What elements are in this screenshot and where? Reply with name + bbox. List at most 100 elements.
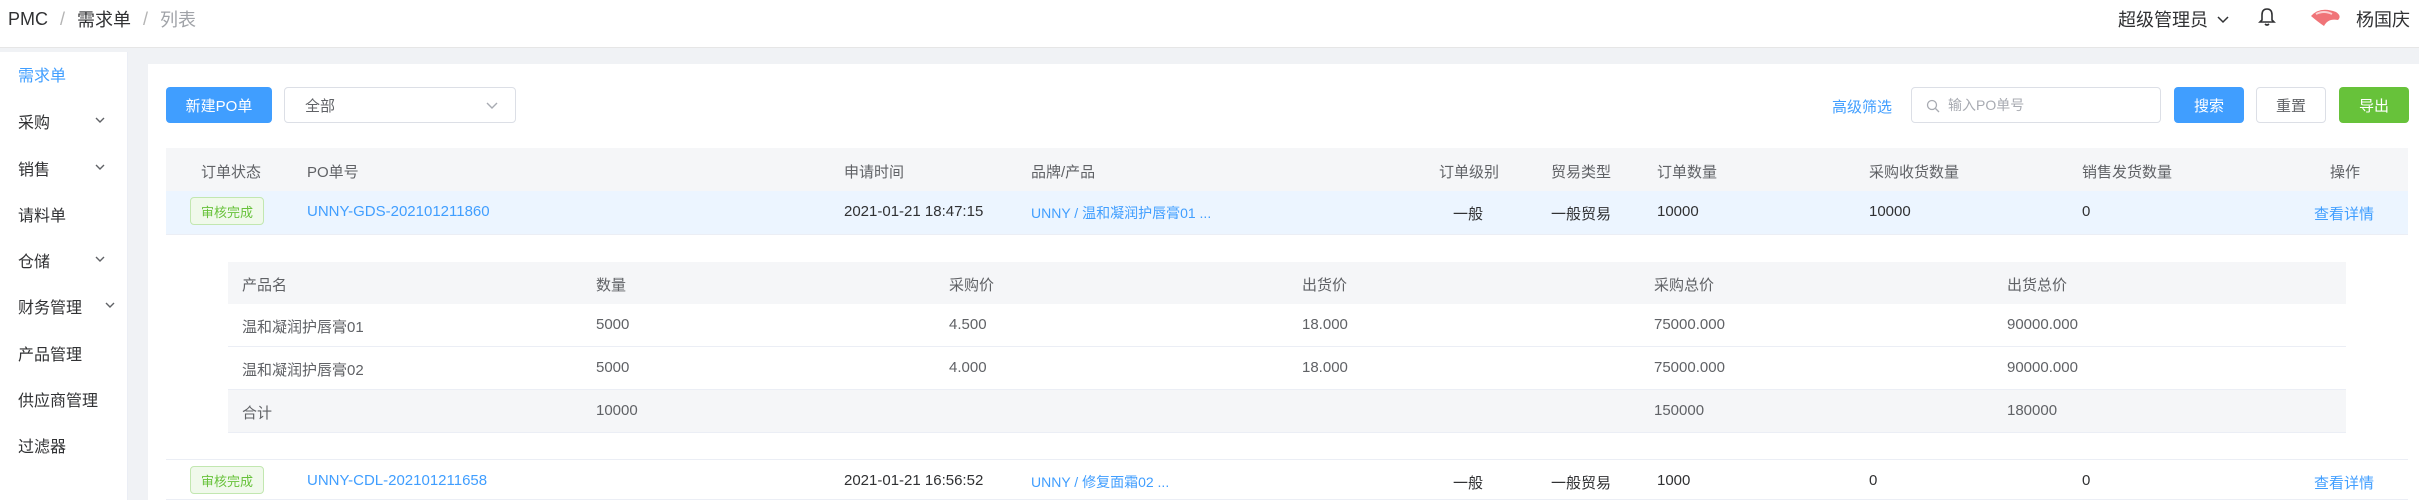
search-button[interactable]: 搜索 <box>2174 87 2244 123</box>
column-header: 申请时间 <box>844 164 905 181</box>
bell-icon[interactable] <box>2256 6 2278 28</box>
order-quantity: 1000 <box>1657 472 1691 489</box>
purchase-total: 75000.000 <box>1654 316 1725 333</box>
view-details-link[interactable]: 查看详情 <box>2314 203 2374 224</box>
received-quantity: 10000 <box>1869 203 1911 220</box>
order-detail-table: 产品名 数量 采购价 出货价 采购总价 出货总价 温和凝润护唇膏01 5000 … <box>228 262 2346 433</box>
po-number-link[interactable]: UNNY-CDL-202101211658 <box>307 472 487 489</box>
product-name: 温和凝润护唇膏02 <box>242 362 364 379</box>
sidebar-item-suppliers[interactable]: 供应商管理 <box>0 379 128 419</box>
sidebar-item-filter[interactable]: 过滤器 <box>0 425 128 465</box>
purchase-price: 4.000 <box>949 359 987 376</box>
chevron-down-icon <box>486 102 498 109</box>
username[interactable]: 杨国庆 <box>2356 6 2410 32</box>
avatar[interactable] <box>2308 4 2344 32</box>
column-header: 操作 <box>2330 164 2361 181</box>
table-row[interactable]: 审核完成 UNNY-GDS-202101211860 2021-01-21 18… <box>166 191 2408 235</box>
sidebar-item-demand[interactable]: 需求单 <box>0 54 128 94</box>
po-number-link[interactable]: UNNY-GDS-202101211860 <box>307 203 490 220</box>
sidebar-item-label: 仓储 <box>18 254 51 271</box>
sale-price: 18.000 <box>1302 359 1348 376</box>
status-filter-value: 全部 <box>305 97 336 115</box>
export-button[interactable]: 导出 <box>2339 87 2409 123</box>
sidebar-item-label: 财务管理 <box>18 300 83 317</box>
detail-column-header: 采购总价 <box>1654 277 1715 294</box>
role-label: 超级管理员 <box>2118 10 2208 30</box>
column-header: 订单状态 <box>201 164 262 181</box>
column-header: 品牌/产品 <box>1031 164 1096 181</box>
detail-column-header: 出货总价 <box>2007 277 2068 294</box>
column-header: 订单级别 <box>1439 164 1500 181</box>
sidebar-item-label: 供应商管理 <box>18 393 99 410</box>
breadcrumb-separator: / <box>60 8 66 29</box>
breadcrumb-parent[interactable]: 需求单 <box>77 6 131 32</box>
detail-row: 温和凝润护唇膏02 5000 4.000 18.000 75000.000 90… <box>228 347 2346 390</box>
column-header: 销售发货数量 <box>2082 164 2173 181</box>
received-quantity: 0 <box>1869 472 1878 489</box>
sidebar-item-warehouse[interactable]: 仓储 <box>0 240 128 280</box>
search-placeholder: 输入PO单号 <box>1948 97 2025 113</box>
status-badge: 审核完成 <box>190 197 265 225</box>
column-header: 订单数量 <box>1657 164 1718 181</box>
chevron-down-icon <box>105 302 115 308</box>
sidebar-item-label: 产品管理 <box>18 347 83 364</box>
total-label: 合计 <box>242 405 273 422</box>
chevron-down-icon <box>95 117 105 123</box>
advanced-filter-link[interactable]: 高级筛选 <box>1832 96 1892 117</box>
detail-row: 温和凝润护唇膏01 5000 4.500 18.000 75000.000 90… <box>228 304 2346 347</box>
chevron-down-icon <box>95 256 105 262</box>
sidebar-item-label: 过滤器 <box>18 439 67 456</box>
sidebar: 需求单 采购 销售 请料单 仓储 财务管理 产品管理 供应商管理 过滤器 <box>0 52 128 500</box>
sidebar-item-finance[interactable]: 财务管理 <box>0 286 128 326</box>
sidebar-item-sales[interactable]: 销售 <box>0 148 128 188</box>
detail-header: 产品名 数量 采购价 出货价 采购总价 出货总价 <box>228 262 2346 304</box>
table-header: 订单状态 PO单号 申请时间 品牌/产品 订单级别 贸易类型 订单数量 采购收货… <box>166 148 2408 192</box>
sidebar-item-label: 销售 <box>18 162 51 179</box>
detail-column-header: 产品名 <box>242 277 288 294</box>
trade-type: 一般贸易 <box>1551 475 1612 492</box>
sale-total: 90000.000 <box>2007 359 2078 376</box>
breadcrumb-root[interactable]: PMC <box>8 9 48 30</box>
brand-product-link[interactable]: UNNY / 温和凝润护唇膏01 ... <box>1031 203 1211 223</box>
purchase-price: 4.500 <box>949 316 987 333</box>
status-filter-select[interactable]: 全部 <box>284 87 516 123</box>
column-header: 贸易类型 <box>1551 164 1612 181</box>
sale-price: 18.000 <box>1302 316 1348 333</box>
sidebar-item-label: 需求单 <box>18 68 67 85</box>
top-header: PMC / 需求单 / 列表 超级管理员 杨国庆 <box>0 0 2419 48</box>
reset-button[interactable]: 重置 <box>2256 87 2326 123</box>
total-purchase-total: 150000 <box>1654 402 1705 419</box>
apply-time: 2021-01-21 16:56:52 <box>844 472 984 489</box>
order-level: 一般 <box>1453 206 1484 223</box>
sidebar-item-label: 采购 <box>18 115 51 132</box>
view-details-link[interactable]: 查看详情 <box>2314 472 2374 493</box>
status-badge: 审核完成 <box>190 466 265 494</box>
sidebar-item-products[interactable]: 产品管理 <box>0 333 128 373</box>
sidebar-item-label: 请料单 <box>18 208 67 225</box>
search-icon <box>1926 99 1940 113</box>
detail-total-row: 合计 10000 150000 180000 <box>228 390 2346 433</box>
breadcrumb: PMC / 需求单 / 列表 <box>8 6 196 32</box>
column-header: PO单号 <box>307 164 359 181</box>
order-level: 一般 <box>1453 475 1484 492</box>
detail-column-header: 数量 <box>596 277 627 294</box>
chevron-down-icon <box>95 164 105 170</box>
apply-time: 2021-01-21 18:47:15 <box>844 203 984 220</box>
sidebar-item-purchase[interactable]: 采购 <box>0 101 128 141</box>
po-search-input[interactable]: 输入PO单号 <box>1911 87 2161 123</box>
shipped-quantity: 0 <box>2082 203 2091 220</box>
sidebar-item-requisition[interactable]: 请料单 <box>0 194 128 234</box>
sale-total: 90000.000 <box>2007 316 2078 333</box>
detail-column-header: 出货价 <box>1302 277 1348 294</box>
role-dropdown[interactable]: 超级管理员 <box>2118 6 2230 32</box>
detail-column-header: 采购价 <box>949 277 995 294</box>
breadcrumb-current: 列表 <box>160 10 197 30</box>
brand-product-link[interactable]: UNNY / 修复面霜02 ... <box>1031 472 1169 492</box>
table-row[interactable]: 审核完成 UNNY-CDL-202101211658 2021-01-21 16… <box>166 459 2408 500</box>
total-sale-total: 180000 <box>2007 402 2058 419</box>
shipped-quantity: 0 <box>2082 472 2091 489</box>
column-header: 采购收货数量 <box>1869 164 1960 181</box>
purchase-total: 75000.000 <box>1654 359 1725 376</box>
breadcrumb-separator: / <box>143 8 149 29</box>
new-po-button[interactable]: 新建PO单 <box>166 87 272 123</box>
